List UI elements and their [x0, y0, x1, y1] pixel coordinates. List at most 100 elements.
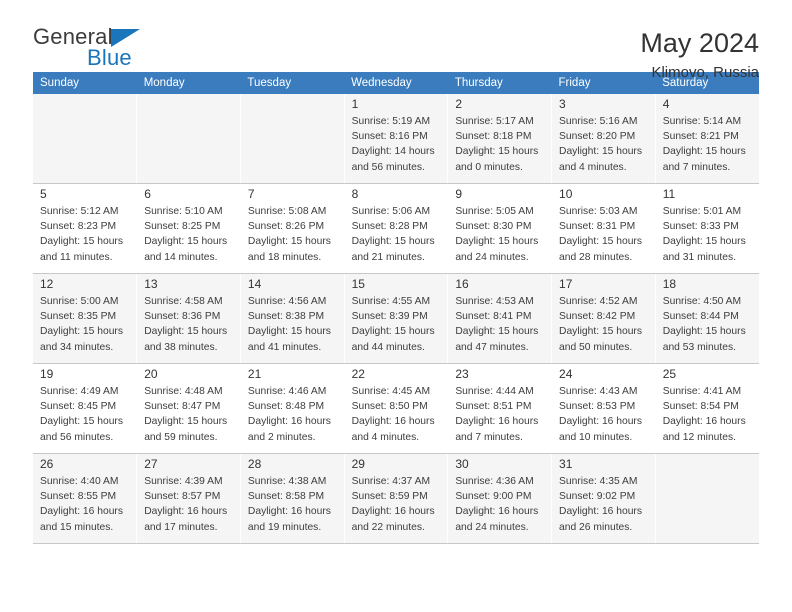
- daylight-text: Daylight: 15 hours and 21 minutes.: [351, 236, 435, 263]
- calendar-day-cell[interactable]: 22 Sunrise: 4:45 AM Sunset: 8:50 PM Dayligh…: [344, 363, 449, 454]
- day-details: Sunrise: 5:16 AM Sunset: 8:20 PM Daylight:…: [552, 113, 655, 175]
- daylight-text: Daylight: 15 hours and 28 minutes.: [559, 236, 643, 263]
- calendar-day-cell[interactable]: 26 Sunrise: 4:40 AM Sunset: 8:55 PM Dayligh…: [33, 453, 138, 544]
- sunset-text: Sunset: 8:16 PM: [351, 131, 428, 143]
- daylight-text: Daylight: 15 hours and 31 minutes.: [662, 236, 746, 263]
- calendar-day-cell[interactable]: 10 Sunrise: 5:03 AM Sunset: 8:31 PM Dayligh…: [551, 183, 656, 274]
- calendar-day-cell[interactable]: 8 Sunrise: 5:06 AM Sunset: 8:28 PM Daylight…: [344, 183, 449, 274]
- day-details: Sunrise: 4:39 AM Sunset: 8:57 PM Daylight:…: [137, 473, 240, 535]
- day-number: 22: [351, 367, 365, 381]
- page-title: May 2024: [640, 28, 759, 58]
- calendar-day-cell[interactable]: 24 Sunrise: 4:43 AM Sunset: 8:53 PM Dayligh…: [551, 363, 656, 454]
- calendar-day-cell[interactable]: 30 Sunrise: 4:36 AM Sunset: 9:00 PM Dayligh…: [447, 453, 553, 544]
- day-number: 19: [40, 367, 54, 381]
- sunrise-text: Sunrise: 4:49 AM: [40, 386, 119, 398]
- calendar-day-cell[interactable]: 21 Sunrise: 4:46 AM Sunset: 8:48 PM Dayligh…: [240, 363, 345, 454]
- day-details: Sunrise: 4:37 AM Sunset: 8:59 PM Daylight:…: [345, 473, 448, 535]
- day-number: 1: [351, 97, 359, 111]
- day-details: Sunrise: 5:14 AM Sunset: 8:21 PM Daylight:…: [656, 113, 759, 175]
- day-number: 11: [662, 187, 676, 201]
- day-number: 27: [144, 457, 158, 471]
- calendar-day-cell[interactable]: 3 Sunrise: 5:16 AM Sunset: 8:20 PM Daylight…: [551, 94, 656, 184]
- calendar-day-cell[interactable]: 12 Sunrise: 5:00 AM Sunset: 8:35 PM Dayligh…: [33, 273, 138, 364]
- sunset-text: Sunset: 8:33 PM: [662, 221, 739, 233]
- day-details: Sunrise: 4:46 AM Sunset: 8:48 PM Daylight:…: [241, 383, 344, 445]
- day-number: 15: [351, 277, 365, 291]
- daylight-text: Daylight: 15 hours and 14 minutes.: [144, 236, 228, 263]
- calendar-day-cell[interactable]: 29 Sunrise: 4:37 AM Sunset: 8:59 PM Dayligh…: [344, 453, 449, 544]
- calendar-day-cell[interactable]: 2 Sunrise: 5:17 AM Sunset: 8:18 PM Daylight…: [447, 94, 553, 184]
- sunrise-text: Sunrise: 5:00 AM: [40, 296, 119, 308]
- day-number: 17: [559, 277, 573, 291]
- sunset-text: Sunset: 8:35 PM: [40, 311, 117, 323]
- calendar-day-cell[interactable]: 17 Sunrise: 4:52 AM Sunset: 8:42 PM Dayligh…: [551, 273, 656, 364]
- sunrise-text: Sunrise: 5:19 AM: [351, 116, 431, 128]
- calendar-day-cell[interactable]: 6 Sunrise: 5:10 AM Sunset: 8:25 PM Daylight…: [136, 183, 241, 274]
- sunset-text: Sunset: 8:28 PM: [351, 221, 428, 233]
- sunrise-text: Sunrise: 4:38 AM: [247, 476, 327, 488]
- calendar-day-cell[interactable]: 31 Sunrise: 4:35 AM Sunset: 9:02 PM Dayligh…: [551, 453, 656, 544]
- calendar-day-cell[interactable]: 19 Sunrise: 4:49 AM Sunset: 8:45 PM Dayligh…: [33, 363, 138, 454]
- calendar-day-cell[interactable]: 28 Sunrise: 4:38 AM Sunset: 8:58 PM Dayligh…: [240, 453, 345, 544]
- sunset-text: Sunset: 8:48 PM: [247, 401, 325, 413]
- day-details: Sunrise: 5:00 AM Sunset: 8:35 PM Daylight:…: [33, 293, 136, 355]
- calendar-page: General Blue May 2024 Klimovo, Russia Su…: [0, 0, 792, 612]
- sunset-text: Sunset: 8:47 PM: [144, 401, 221, 413]
- calendar-day-cell[interactable]: 15 Sunrise: 4:55 AM Sunset: 8:39 PM Dayligh…: [344, 273, 449, 364]
- calendar-day-cell[interactable]: 1 Sunrise: 5:19 AM Sunset: 8:16 PM Daylight…: [344, 94, 449, 184]
- calendar-week-row: 5 Sunrise: 5:12 AM Sunset: 8:23 PM Daylight…: [33, 183, 759, 274]
- calendar-day-cell[interactable]: 11 Sunrise: 5:01 AM Sunset: 8:33 PM Dayligh…: [655, 183, 759, 274]
- daylight-text: Daylight: 15 hours and 0 minutes.: [455, 146, 539, 173]
- calendar-week-row: 1 Sunrise: 5:19 AM Sunset: 8:16 PM Daylight…: [33, 94, 759, 184]
- day-number: 21: [247, 367, 262, 381]
- daylight-text: Daylight: 16 hours and 22 minutes.: [351, 506, 435, 533]
- calendar-day-cell[interactable]: 4 Sunrise: 5:14 AM Sunset: 8:21 PM Daylight…: [655, 94, 759, 184]
- brand-logo[interactable]: General Blue: [33, 26, 163, 72]
- sunrise-text: Sunrise: 5:10 AM: [144, 206, 223, 218]
- day-details: Sunrise: 5:10 AM Sunset: 8:25 PM Daylight:…: [137, 203, 240, 265]
- day-details: Sunrise: 4:58 AM Sunset: 8:36 PM Daylight:…: [137, 293, 240, 355]
- title-block: May 2024 Klimovo, Russia: [640, 26, 759, 81]
- calendar-day-cell[interactable]: 18 Sunrise: 4:50 AM Sunset: 8:44 PM Dayligh…: [655, 273, 759, 364]
- day-details: Sunrise: 5:01 AM Sunset: 8:33 PM Daylight:…: [656, 203, 759, 265]
- weekday-header-sunday: Sunday: [33, 72, 137, 94]
- day-details: Sunrise: 4:48 AM Sunset: 8:47 PM Daylight:…: [137, 383, 240, 445]
- calendar-day-cell[interactable]: 9 Sunrise: 5:05 AM Sunset: 8:30 PM Daylight…: [447, 183, 553, 274]
- sunset-text: Sunset: 8:41 PM: [455, 311, 532, 323]
- day-details: Sunrise: 4:56 AM Sunset: 8:38 PM Daylight:…: [241, 293, 344, 355]
- calendar-day-cell[interactable]: 23 Sunrise: 4:44 AM Sunset: 8:51 PM Dayligh…: [447, 363, 553, 454]
- calendar-day-cell[interactable]: 20 Sunrise: 4:48 AM Sunset: 8:47 PM Dayligh…: [136, 363, 241, 454]
- sunset-text: Sunset: 8:20 PM: [559, 131, 636, 143]
- calendar-day-cell[interactable]: 16 Sunrise: 4:53 AM Sunset: 8:41 PM Dayligh…: [447, 273, 553, 364]
- day-details: Sunrise: 5:03 AM Sunset: 8:31 PM Daylight:…: [552, 203, 655, 265]
- sunset-text: Sunset: 8:30 PM: [455, 221, 532, 233]
- day-number: 2: [455, 97, 462, 111]
- day-details: Sunrise: 4:50 AM Sunset: 8:44 PM Daylight:…: [656, 293, 759, 355]
- daylight-text: Daylight: 16 hours and 4 minutes.: [351, 416, 435, 443]
- calendar-table: Sunday Monday Tuesday Wednesday Thursday…: [33, 72, 759, 544]
- calendar-day-cell[interactable]: 5 Sunrise: 5:12 AM Sunset: 8:23 PM Daylight…: [33, 183, 138, 274]
- sunrise-text: Sunrise: 4:35 AM: [559, 476, 638, 488]
- calendar-day-cell[interactable]: 14 Sunrise: 4:56 AM Sunset: 8:38 PM Dayligh…: [240, 273, 345, 364]
- calendar-day-cell[interactable]: 25 Sunrise: 4:41 AM Sunset: 8:54 PM Dayligh…: [655, 363, 759, 454]
- daylight-text: Daylight: 16 hours and 24 minutes.: [455, 506, 539, 533]
- daylight-text: Daylight: 16 hours and 19 minutes.: [247, 506, 331, 533]
- sunrise-text: Sunrise: 4:40 AM: [40, 476, 119, 488]
- day-number: 5: [40, 187, 47, 201]
- calendar-day-cell[interactable]: 7 Sunrise: 5:08 AM Sunset: 8:26 PM Daylight…: [240, 183, 345, 274]
- sunset-text: Sunset: 8:18 PM: [455, 131, 532, 143]
- day-number: 29: [351, 457, 365, 471]
- calendar-day-cell[interactable]: 27 Sunrise: 4:39 AM Sunset: 8:57 PM Dayligh…: [136, 453, 241, 544]
- sunrise-text: Sunrise: 5:12 AM: [40, 206, 119, 218]
- sunrise-text: Sunrise: 4:56 AM: [247, 296, 327, 308]
- calendar-day-cell[interactable]: 13 Sunrise: 4:58 AM Sunset: 8:36 PM Dayligh…: [136, 273, 241, 364]
- sunset-text: Sunset: 8:23 PM: [40, 221, 117, 233]
- calendar-week-row: 19 Sunrise: 4:49 AM Sunset: 8:45 PM Dayligh…: [33, 363, 759, 454]
- daylight-text: Daylight: 15 hours and 47 minutes.: [455, 326, 539, 353]
- day-details: Sunrise: 4:36 AM Sunset: 9:00 PM Daylight:…: [448, 473, 551, 535]
- daylight-text: Daylight: 15 hours and 4 minutes.: [559, 146, 643, 173]
- weekday-header-tuesday: Tuesday: [240, 72, 345, 94]
- sunrise-text: Sunrise: 4:48 AM: [144, 386, 223, 398]
- day-number: 9: [455, 187, 462, 201]
- day-details: Sunrise: 4:38 AM Sunset: 8:58 PM Daylight:…: [241, 473, 344, 535]
